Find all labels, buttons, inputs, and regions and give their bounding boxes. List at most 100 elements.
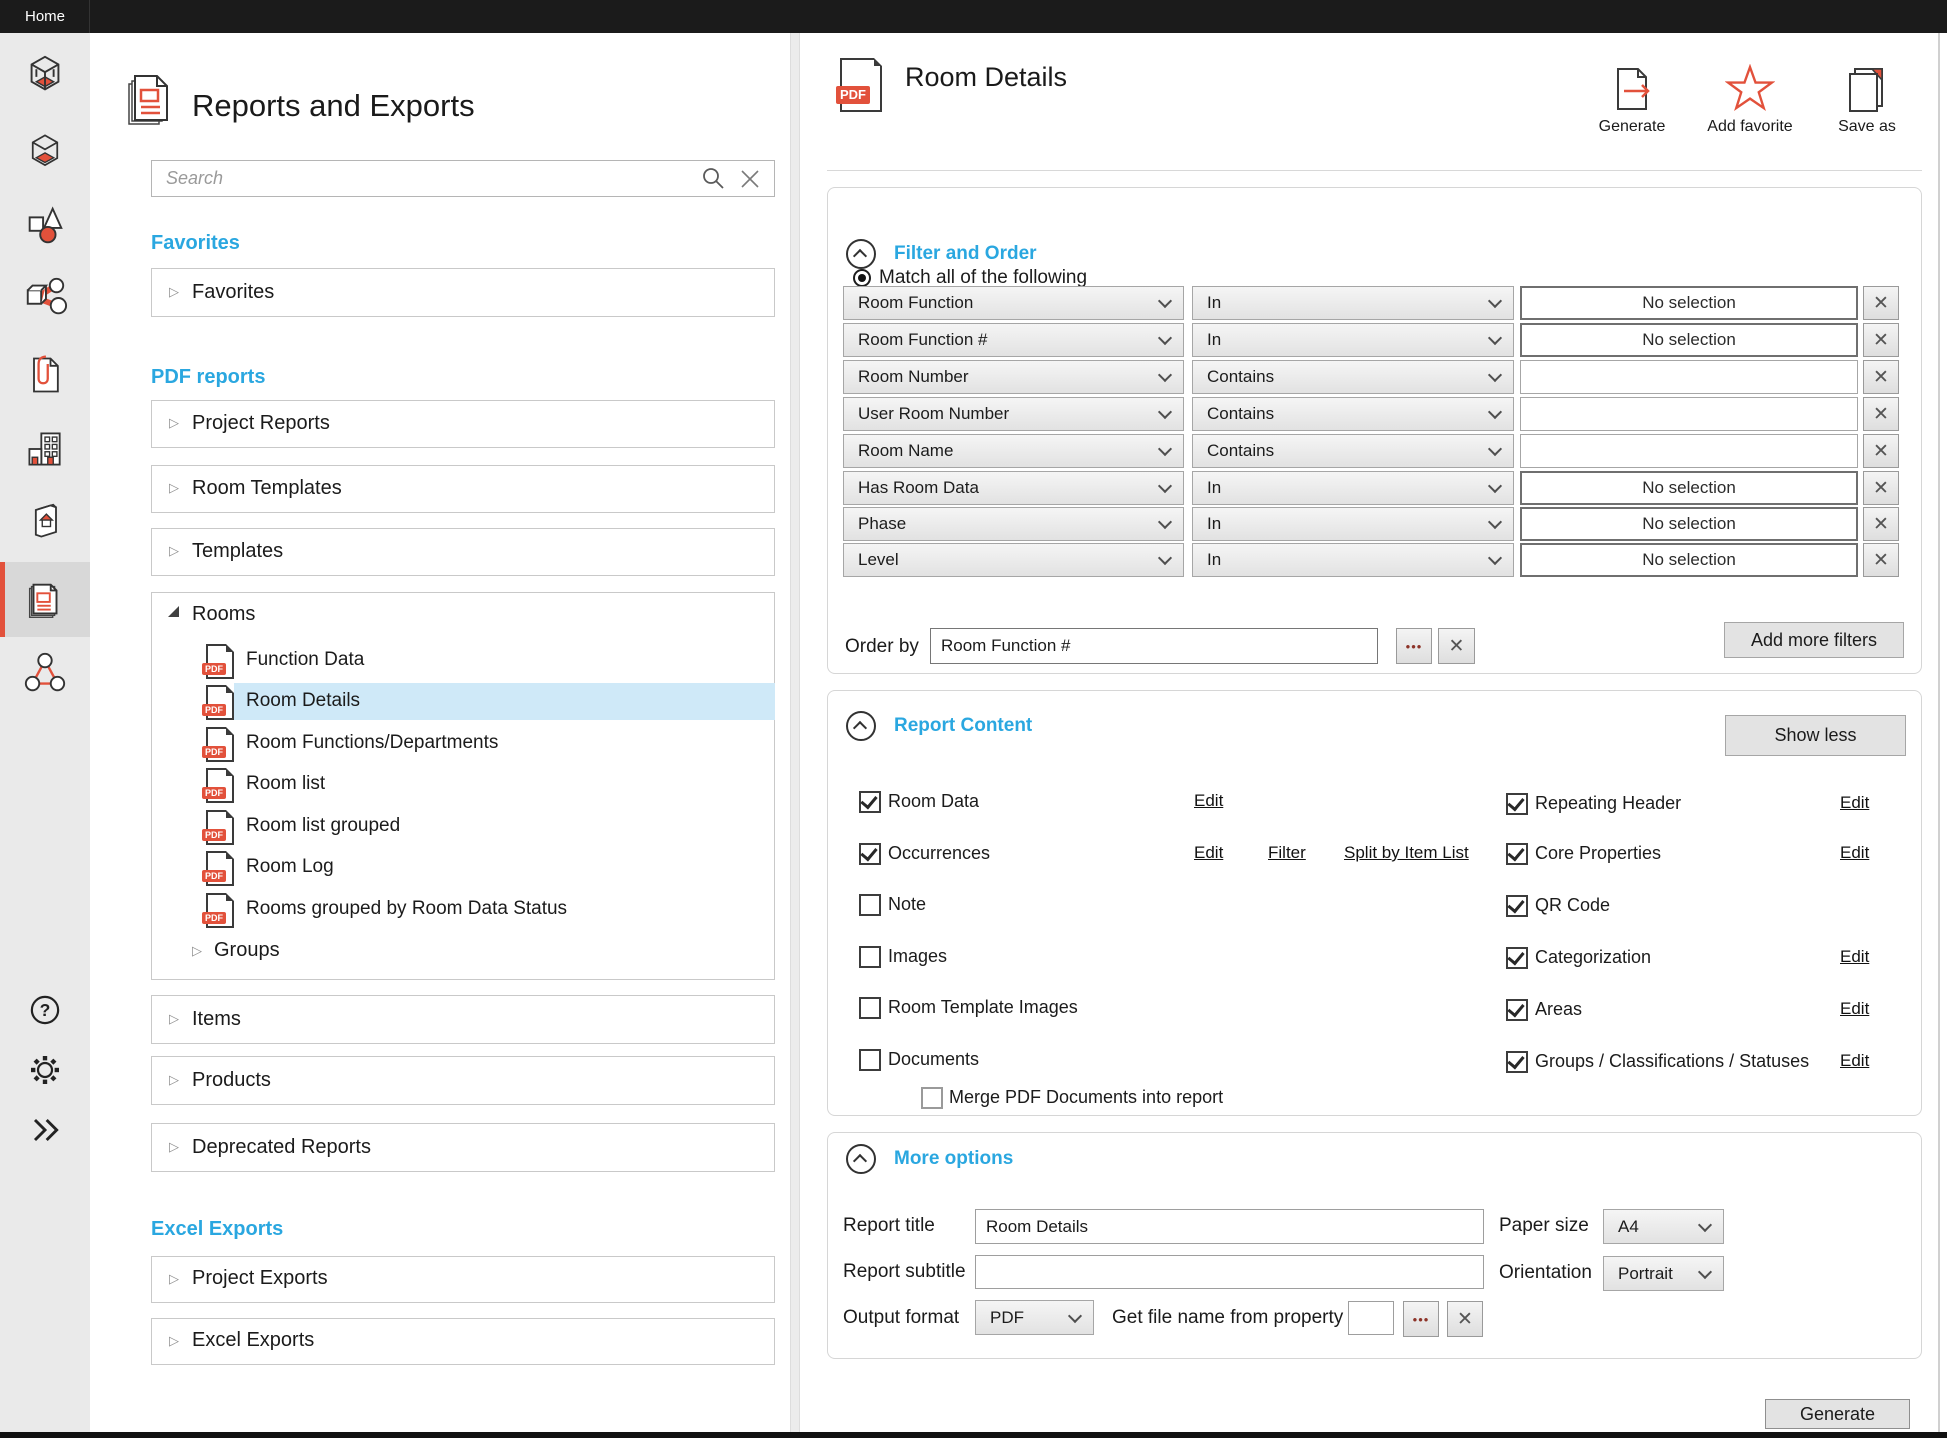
- room-template-images-checkbox[interactable]: [859, 997, 881, 1019]
- save-as-action[interactable]: Save as: [1822, 64, 1912, 136]
- expand-triangle-icon[interactable]: ▷: [169, 1271, 179, 1287]
- merge-pdf-checkbox[interactable]: [921, 1087, 943, 1109]
- filter-field-dropdown[interactable]: Phase: [843, 507, 1184, 541]
- occurrences-filter-link[interactable]: Filter: [1268, 843, 1306, 863]
- core-properties-edit-link[interactable]: Edit: [1840, 843, 1869, 863]
- match-all-radio[interactable]: [853, 269, 871, 287]
- order-by-ellipsis-button[interactable]: •••: [1396, 628, 1432, 664]
- filter-op-dropdown[interactable]: In: [1192, 507, 1514, 541]
- filter-field-dropdown[interactable]: Level: [843, 543, 1184, 577]
- expand-triangle-icon[interactable]: ▷: [169, 480, 179, 496]
- project-reports-box[interactable]: ▷ Project Reports: [151, 400, 775, 448]
- occurrences-split-link[interactable]: Split by Item List: [1344, 843, 1469, 863]
- add-favorite-action[interactable]: Add favorite: [1700, 64, 1800, 136]
- filter-value-box[interactable]: No selection: [1520, 323, 1858, 357]
- sidebar-item-buildings[interactable]: [21, 425, 69, 473]
- tree-item[interactable]: PDF Room list grouped: [206, 809, 766, 847]
- excel-exports-box[interactable]: ▷ Excel Exports: [151, 1318, 775, 1365]
- orientation-dropdown[interactable]: Portrait: [1603, 1256, 1724, 1291]
- room-data-edit-link[interactable]: Edit: [1194, 791, 1223, 811]
- expand-triangle-icon[interactable]: ▷: [169, 415, 179, 431]
- order-by-clear-button[interactable]: ✕: [1438, 628, 1475, 664]
- generate-action[interactable]: Generate: [1584, 64, 1680, 136]
- filter-value-box[interactable]: No selection: [1520, 471, 1858, 505]
- sidebar-item-reports[interactable]: [21, 576, 69, 624]
- documents-checkbox[interactable]: [859, 1049, 881, 1071]
- sidebar-item-attachments[interactable]: [21, 351, 69, 399]
- filter-value-input[interactable]: [1520, 434, 1858, 468]
- output-format-dropdown[interactable]: PDF: [975, 1300, 1094, 1335]
- categorization-edit-link[interactable]: Edit: [1840, 947, 1869, 967]
- expand-triangle-icon[interactable]: ▷: [192, 943, 202, 959]
- report-title-input[interactable]: [975, 1209, 1484, 1244]
- filter-field-dropdown[interactable]: Has Room Data: [843, 471, 1184, 505]
- qr-code-checkbox[interactable]: [1506, 895, 1528, 917]
- expand-triangle-icon[interactable]: ▷: [169, 1333, 179, 1349]
- project-exports-box[interactable]: ▷ Project Exports: [151, 1256, 775, 1303]
- occurrences-edit-link[interactable]: Edit: [1194, 843, 1223, 863]
- generate-button[interactable]: Generate: [1765, 1399, 1910, 1429]
- favorites-box[interactable]: ▷ Favorites: [151, 268, 775, 317]
- get-file-clear-button[interactable]: ✕: [1447, 1301, 1483, 1337]
- sidebar-item-items[interactable]: [21, 202, 69, 250]
- filter-field-dropdown[interactable]: Room Number: [843, 360, 1184, 394]
- expand-triangle-icon[interactable]: ▷: [169, 1139, 179, 1155]
- sidebar-item-item-groups[interactable]: [21, 274, 69, 322]
- filter-op-dropdown[interactable]: In: [1192, 286, 1514, 320]
- filter-value-box[interactable]: No selection: [1520, 286, 1858, 320]
- collapse-section-icon[interactable]: [846, 711, 876, 741]
- paper-size-dropdown[interactable]: A4: [1603, 1209, 1724, 1244]
- images-checkbox[interactable]: [859, 946, 881, 968]
- remove-filter-button[interactable]: ✕: [1863, 434, 1899, 468]
- note-checkbox[interactable]: [859, 894, 881, 916]
- filter-field-dropdown[interactable]: User Room Number: [843, 397, 1184, 431]
- filter-value-input[interactable]: [1520, 397, 1858, 431]
- remove-filter-button[interactable]: ✕: [1863, 323, 1899, 357]
- room-templates-box[interactable]: ▷ Room Templates: [151, 465, 775, 513]
- collapse-triangle-icon[interactable]: [168, 606, 179, 617]
- collapse-section-icon[interactable]: [846, 239, 876, 269]
- filter-op-dropdown[interactable]: Contains: [1192, 360, 1514, 394]
- filter-op-dropdown[interactable]: In: [1192, 323, 1514, 357]
- tree-item-selected[interactable]: PDF Room Details: [206, 684, 766, 722]
- filter-field-dropdown[interactable]: Room Function #: [843, 323, 1184, 357]
- areas-checkbox[interactable]: [1506, 999, 1528, 1021]
- items-box[interactable]: ▷ Items: [151, 995, 775, 1044]
- remove-filter-button[interactable]: ✕: [1863, 360, 1899, 394]
- remove-filter-button[interactable]: ✕: [1863, 471, 1899, 505]
- expand-triangle-icon[interactable]: ▷: [169, 543, 179, 559]
- expand-triangle-icon[interactable]: ▷: [169, 1072, 179, 1088]
- deprecated-reports-box[interactable]: ▷ Deprecated Reports: [151, 1123, 775, 1172]
- areas-edit-link[interactable]: Edit: [1840, 999, 1869, 1019]
- sidebar-item-expand[interactable]: [21, 1106, 69, 1154]
- templates-box[interactable]: ▷ Templates: [151, 528, 775, 576]
- tab-home[interactable]: Home: [0, 0, 90, 33]
- filter-field-dropdown[interactable]: Room Name: [843, 434, 1184, 468]
- search-clear-icon[interactable]: [739, 168, 761, 190]
- get-file-name-input[interactable]: [1348, 1301, 1394, 1335]
- remove-filter-button[interactable]: ✕: [1863, 286, 1899, 320]
- tree-item[interactable]: PDF Function Data: [206, 643, 766, 681]
- core-properties-checkbox[interactable]: [1506, 843, 1528, 865]
- search-input[interactable]: [151, 160, 775, 197]
- tree-item[interactable]: PDF Room Log: [206, 850, 766, 888]
- products-box[interactable]: ▷ Products: [151, 1056, 775, 1105]
- sidebar-item-relations[interactable]: [21, 649, 69, 697]
- groups-classifications-checkbox[interactable]: [1506, 1051, 1528, 1073]
- sidebar-item-settings[interactable]: [21, 1046, 69, 1094]
- remove-filter-button[interactable]: ✕: [1863, 507, 1899, 541]
- sidebar-item-room-templates[interactable]: [21, 128, 69, 176]
- repeating-header-edit-link[interactable]: Edit: [1840, 793, 1869, 813]
- report-subtitle-input[interactable]: [975, 1255, 1484, 1289]
- filter-op-dropdown[interactable]: Contains: [1192, 397, 1514, 431]
- rooms-root-label[interactable]: Rooms: [192, 603, 255, 626]
- tree-item[interactable]: PDF Room Functions/Departments: [206, 726, 766, 764]
- expand-triangle-icon[interactable]: ▷: [169, 1011, 179, 1027]
- filter-op-dropdown[interactable]: Contains: [1192, 434, 1514, 468]
- filter-value-input[interactable]: [1520, 360, 1858, 394]
- repeating-header-checkbox[interactable]: [1506, 793, 1528, 815]
- filter-value-box[interactable]: No selection: [1520, 507, 1858, 541]
- sidebar-item-catalog[interactable]: [21, 497, 69, 545]
- show-less-button[interactable]: Show less: [1725, 715, 1906, 756]
- groups-classifications-edit-link[interactable]: Edit: [1840, 1051, 1869, 1071]
